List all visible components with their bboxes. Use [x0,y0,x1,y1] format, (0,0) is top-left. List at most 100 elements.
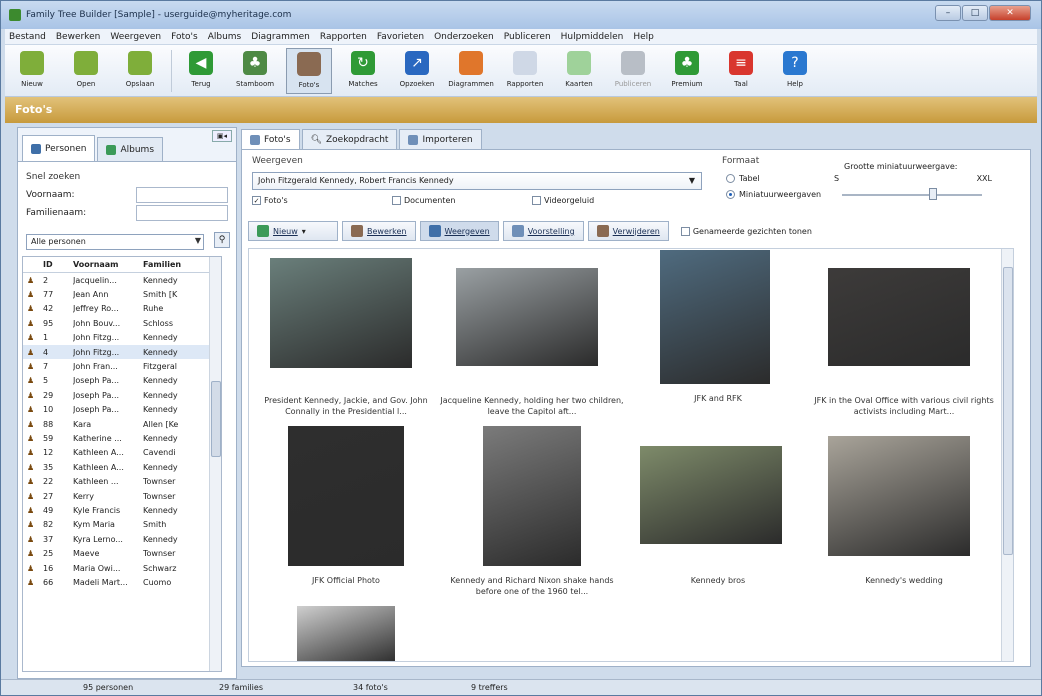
column-voornaam[interactable]: Voornaam [73,260,143,269]
tab-personen[interactable]: Personen [22,135,96,161]
table-row[interactable]: ♟ 88 Kara Allen [Ke [23,417,221,431]
last-name-field[interactable] [136,205,228,221]
title-bar[interactable]: Family Tree Builder [Sample] - userguide… [1,1,1041,29]
action-label: Weergeven [444,226,490,236]
table-row[interactable]: ♟ 25 Maeve Townser [23,546,221,560]
menu-item-7[interactable]: Favorieten [377,32,424,42]
tab-albums[interactable]: Albums [97,137,164,161]
gallery-scrollbar[interactable] [1001,249,1013,661]
action-label: Nieuw [273,226,298,236]
check-0[interactable]: ✓ Foto's [252,196,392,205]
table-row[interactable]: ♟ 4 John Fitzg... Kennedy [23,344,221,360]
person-icon: ♟ [27,520,35,530]
table-row[interactable]: ♟ 12 Kathleen A... Cavendi [23,446,221,460]
menu-item-9[interactable]: Publiceren [504,32,551,42]
tab-fotos[interactable]: Foto's [241,129,300,149]
panel-pin-icon[interactable]: ▣◂ [212,130,232,142]
scroll-thumb[interactable] [1003,267,1013,555]
format-thumbnails-radio[interactable]: Miniatuurweergaven [726,190,821,199]
table-row[interactable]: ♟ 59 Katherine ... Kennedy [23,431,221,445]
toolbar-button-7[interactable]: ↗ Opzoeken [394,48,440,94]
toolbar-button-2[interactable]: Opslaan [117,48,163,94]
check-2[interactable]: Videorgeluid [532,196,672,205]
table-row[interactable]: ♟ 35 Kathleen A... Kennedy [23,460,221,474]
table-row[interactable]: ♟ 27 Kerry Townser [23,489,221,503]
search-icon[interactable]: ⚲ [214,232,230,248]
person-filter-select[interactable]: Alle personen ▼ [26,234,204,250]
close-button[interactable]: ✕ [989,5,1031,21]
photo-caption: JFK Official Photo [312,576,380,585]
table-row[interactable]: ♟ 1 John Fitzg... Kennedy [23,331,221,345]
menu-item-4[interactable]: Albums [208,32,242,42]
format-group: Formaat Tabel Miniatuurweergaven Grootte… [722,156,1022,212]
check-1[interactable]: Documenten [392,196,532,205]
table-row[interactable]: ♟ 37 Kyra Lerno... Kennedy [23,532,221,546]
check-label: Foto's [264,196,288,205]
toolbar-button-4[interactable]: ♣ Stamboom [232,48,278,94]
table-row[interactable]: ♟ 77 Jean Ann Smith [K [23,287,221,301]
action-button-2[interactable]: Weergeven [419,221,499,241]
column-id[interactable]: ID [43,260,73,269]
menu-item-11[interactable]: Help [633,32,654,42]
table-row[interactable]: ♟ 66 Madeli Mart... Cuomo [23,575,221,589]
toolbar-button-5[interactable]: Foto's [286,48,332,94]
table-row[interactable]: ♟ 22 Kathleen ... Townser [23,474,221,488]
toolbar-button-10[interactable]: Kaarten [556,48,602,94]
toolbar-button-9[interactable]: Rapporten [502,48,548,94]
tab-zoekopdracht[interactable]: 🔍︎ Zoekopdracht [301,129,398,149]
named-faces-toggle[interactable]: Genameerde gezichten tonen [680,226,812,236]
action-button-0[interactable]: Nieuw ▾ [248,221,338,241]
toolbar-button-3[interactable]: ◀ Terug [178,48,224,94]
show-select[interactable]: John Fitzgerald Kennedy, Robert Francis … [252,172,702,190]
maximize-button[interactable]: □ [962,5,988,21]
table-row[interactable]: ♟ 29 Joseph Pa... Kennedy [23,388,221,402]
toolbar-button-0[interactable]: Nieuw [9,48,55,94]
action-button-4[interactable]: Verwijderen [587,221,669,241]
toolbar-button-14[interactable]: ? Help [772,48,818,94]
toolbar-button-6[interactable]: ↻ Matches [340,48,386,94]
menu-item-5[interactable]: Diagrammen [251,32,310,42]
thumb-size-slider-handle[interactable] [929,188,937,200]
toolbar-button-8[interactable]: Diagrammen [448,48,494,94]
menu-item-0[interactable]: Bestand [9,32,46,42]
person-icon: ♟ [27,347,35,357]
format-table-radio[interactable]: Tabel [726,174,760,183]
minimize-button[interactable]: – [935,5,961,21]
menu-item-6[interactable]: Rapporten [320,32,367,42]
cell-id: 7 [43,362,49,372]
table-row[interactable]: ♟ 49 Kyle Francis Kennedy [23,503,221,517]
named-faces-label: Genameerde gezichten tonen [692,226,812,236]
menu-item-1[interactable]: Bewerken [56,32,100,42]
table-row[interactable]: ♟ 16 Maria Owi... Schwarz [23,561,221,575]
table-row[interactable]: ♟ 5 Joseph Pa... Kennedy [23,374,221,388]
toolbar-label: Kaarten [565,80,593,88]
table-row[interactable]: ♟ 10 Joseph Pa... Kennedy [23,403,221,417]
table-row[interactable]: ♟ 7 John Fran... Fitzgeral [23,359,221,373]
table-row[interactable]: ♟ 42 Jeffrey Ro... Ruhe [23,302,221,316]
table-row[interactable]: ♟ 95 John Bouv... Schloss [23,316,221,330]
toolbar-button-12[interactable]: ♣ Premium [664,48,710,94]
menu-item-2[interactable]: Weergeven [110,32,161,42]
tab-importeren[interactable]: Importeren [399,129,482,149]
action-button-1[interactable]: Bewerken [342,221,416,241]
column-familienaam[interactable]: Familien [143,260,203,269]
persons-scrollbar[interactable] [209,257,221,671]
first-name-field[interactable] [136,187,228,203]
action-button-3[interactable]: Voorstelling [502,221,584,241]
toolbar-button-11[interactable]: Publiceren [610,48,656,94]
cell-first-name: Madeli Mart... [73,577,128,587]
chevron-down-icon[interactable]: ▾ [302,227,306,236]
thumb-size-slider[interactable] [842,194,982,196]
scroll-thumb[interactable] [211,381,221,457]
tab-personen-label: Personen [45,143,87,154]
toolbar-button-13[interactable]: ≡ Taal [718,48,764,94]
table-row[interactable]: ♟ 82 Kym Maria Smith [23,518,221,532]
app-icon [9,9,21,21]
menu-item-3[interactable]: Foto's [171,32,198,42]
toolbar-button-1[interactable]: Open [63,48,109,94]
cell-first-name: John Fran... [73,362,118,372]
menu-item-10[interactable]: Hulpmiddelen [561,32,624,42]
photo-image [659,249,771,385]
table-row[interactable]: ♟ 2 Jacquelin... Kennedy [23,273,221,287]
menu-item-8[interactable]: Onderzoeken [434,32,494,42]
